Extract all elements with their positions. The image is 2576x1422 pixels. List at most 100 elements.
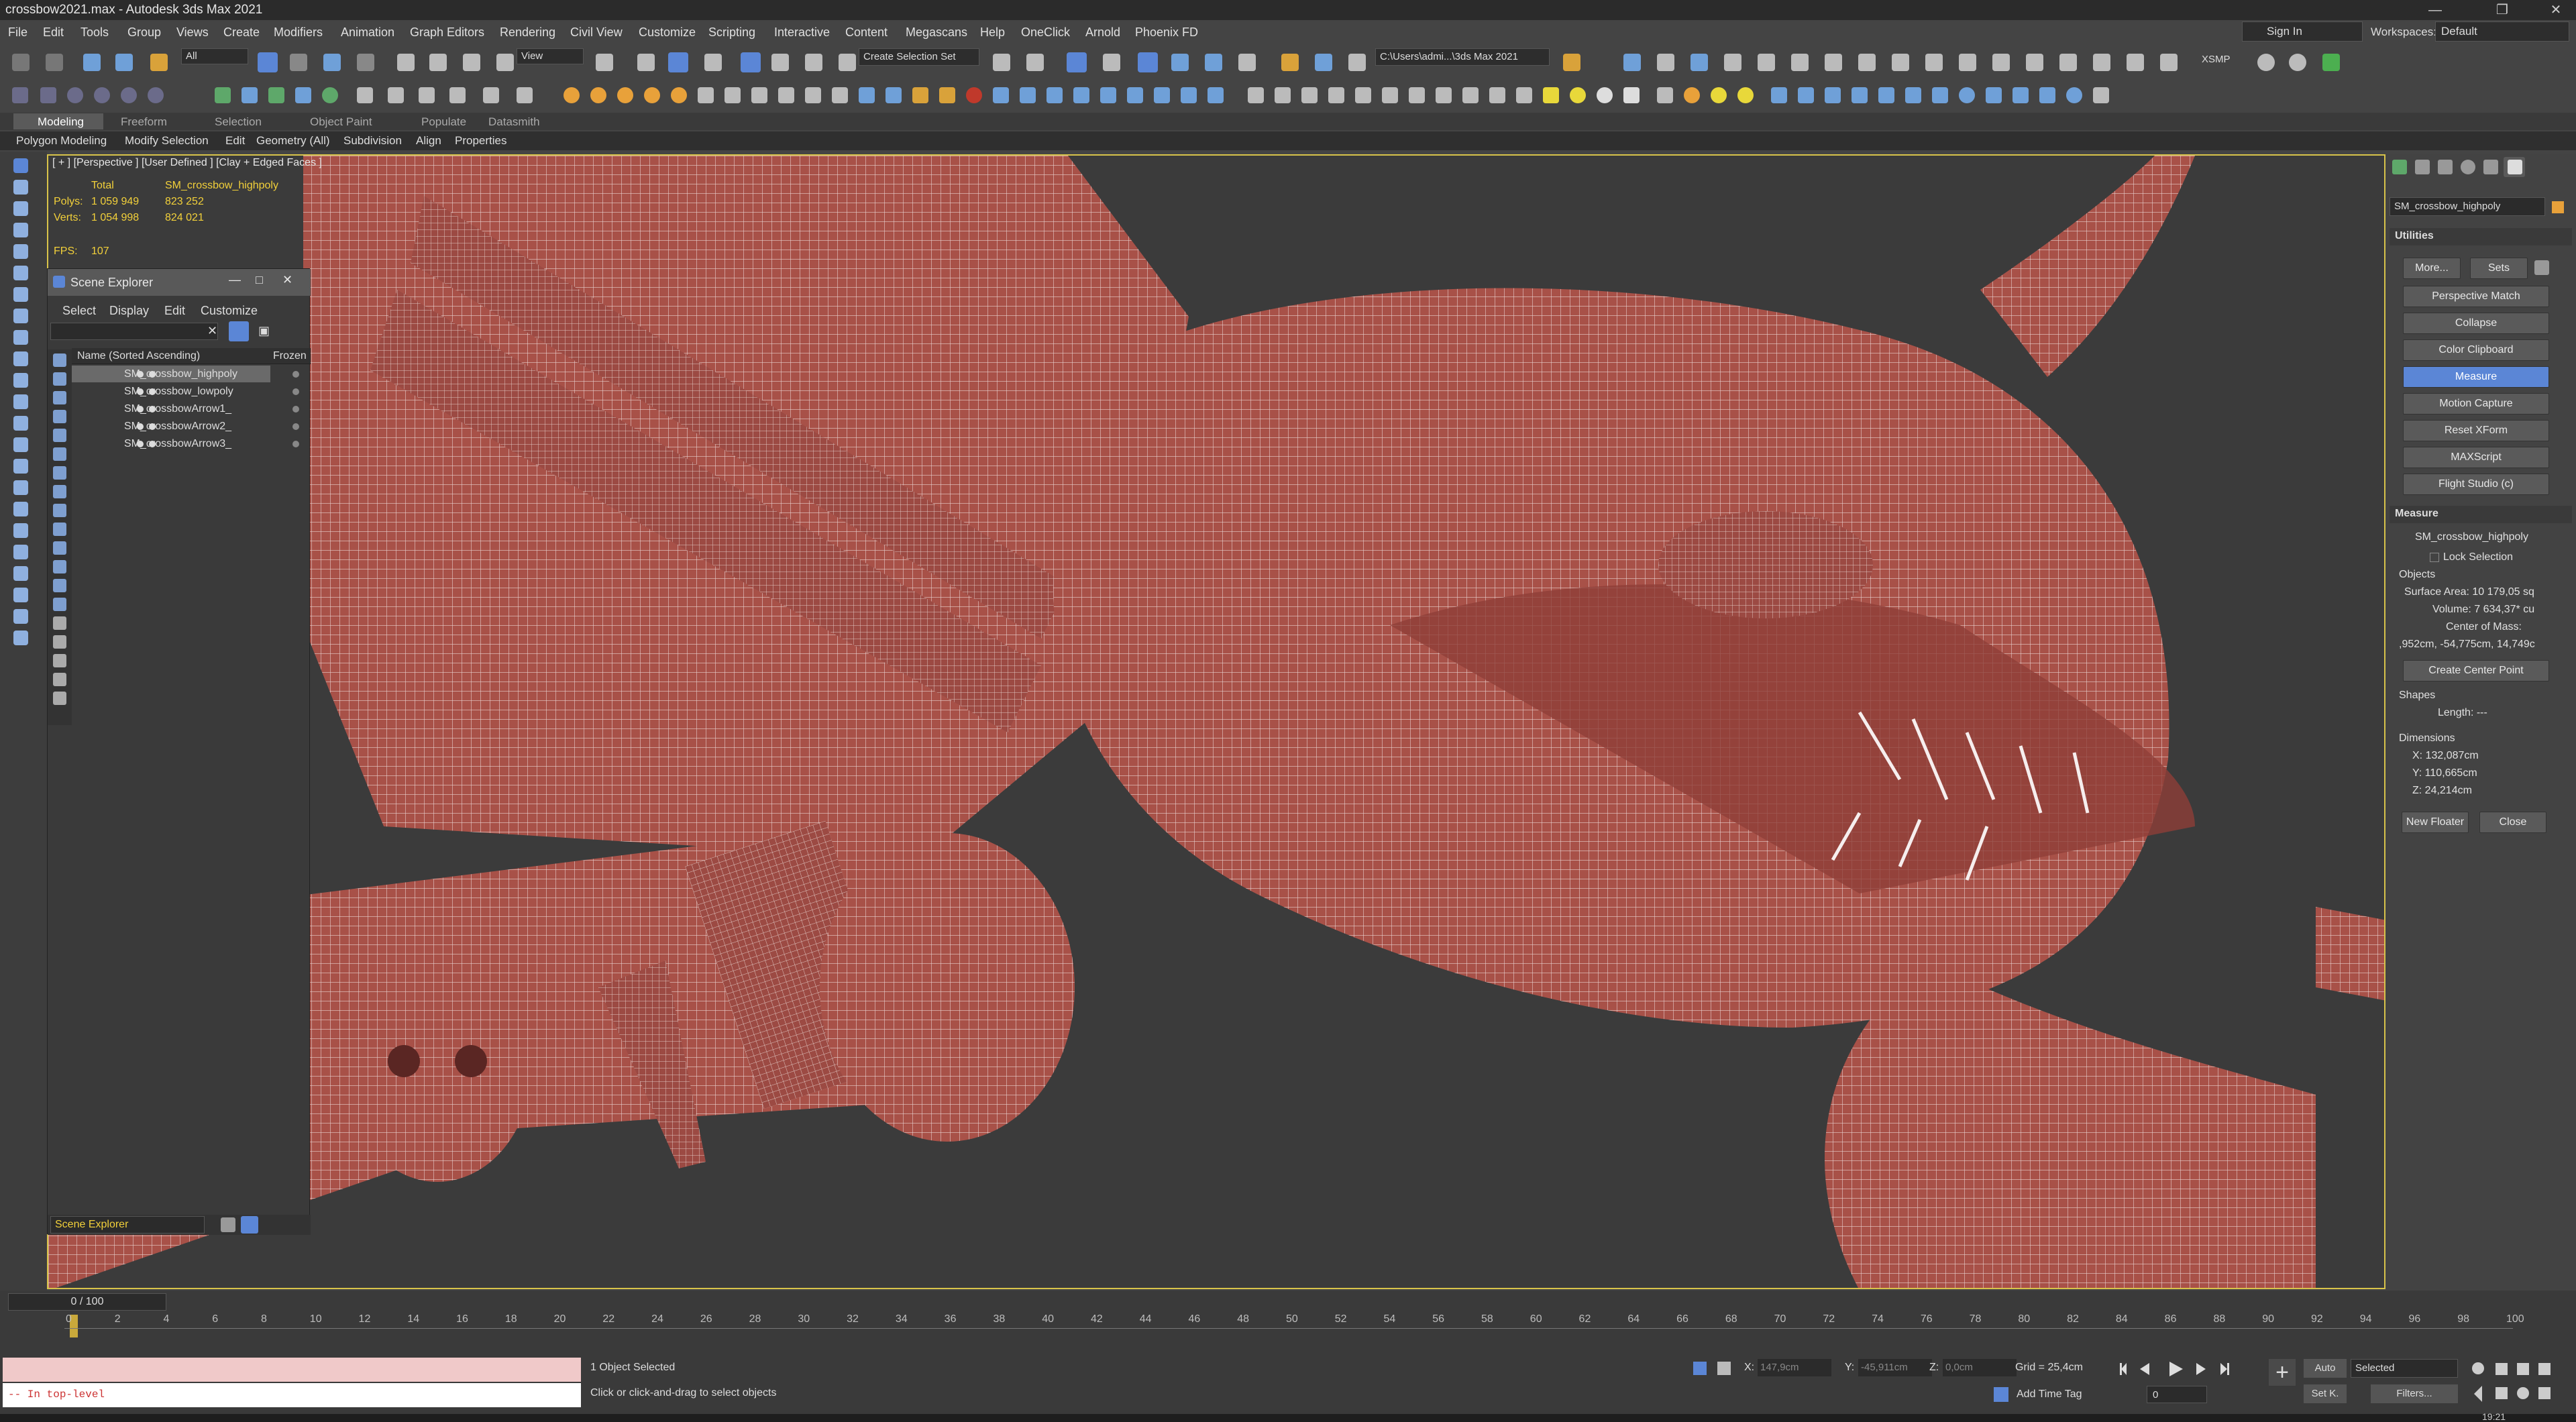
se-row-icons[interactable] <box>74 366 311 453</box>
x-coord-field[interactable]: 147,9cm <box>1758 1359 1831 1376</box>
current-frame-field[interactable]: 0 <box>2147 1386 2207 1403</box>
se-menu-edit[interactable]: Edit <box>164 304 185 318</box>
reference-coord-dropdown[interactable]: View <box>517 48 584 64</box>
reset-xform-button[interactable]: Reset XForm <box>2403 420 2549 441</box>
measure-rollout-header[interactable]: Measure <box>2390 506 2572 523</box>
tab-freeform[interactable]: Freeform <box>121 115 167 129</box>
menu-scripting[interactable]: Scripting <box>708 25 755 40</box>
motion-capture-button[interactable]: Motion Capture <box>2403 393 2549 415</box>
object-name-field[interactable]: SM_crossbow_highpoly <box>2390 197 2545 216</box>
panel-polygon-modeling[interactable]: Polygon Modeling <box>16 134 107 148</box>
lock-selection-checkbox[interactable] <box>2430 553 2439 562</box>
viewport-nav-controls[interactable] <box>2469 1359 2569 1406</box>
auto-key-button[interactable]: Auto <box>2304 1359 2347 1378</box>
time-tag-icon[interactable] <box>1994 1387 2008 1402</box>
create-center-point-button[interactable]: Create Center Point <box>2403 660 2549 681</box>
set-key-button[interactable]: Set K. <box>2304 1384 2347 1403</box>
toolstrip-icons[interactable] <box>0 152 47 1292</box>
panel-geometry-all[interactable]: Geometry (All) <box>256 134 330 148</box>
menu-interactive[interactable]: Interactive <box>774 25 830 40</box>
isolate-icon[interactable] <box>1693 1362 1707 1375</box>
panel-modify-selection[interactable]: Modify Selection <box>125 134 209 148</box>
project-path-dropdown[interactable]: C:\Users\admi...\3ds Max 2021 <box>1375 48 1550 66</box>
sets-button[interactable]: Sets <box>2470 258 2528 279</box>
named-selection-dropdown[interactable]: Create Selection Set <box>859 48 979 66</box>
scene-explorer-titlebar[interactable]: Scene Explorer — □ ✕ <box>48 269 311 296</box>
measure-button[interactable]: Measure <box>2403 366 2549 388</box>
se-filter-icons[interactable] <box>48 349 72 725</box>
menu-group[interactable]: Group <box>127 25 161 40</box>
se-col-name[interactable]: Name (Sorted Ascending) <box>77 350 200 362</box>
clear-search-icon[interactable]: ✕ <box>207 324 217 338</box>
menu-create[interactable]: Create <box>223 25 260 40</box>
add-time-tag[interactable]: Add Time Tag <box>2017 1388 2082 1401</box>
close-icon[interactable]: ✕ <box>2536 0 2576 20</box>
more-button[interactable]: More... <box>2403 258 2461 279</box>
maxscript-listener-top[interactable] <box>3 1358 581 1382</box>
se-menu-display[interactable]: Display <box>109 304 149 318</box>
configure-sets-icon[interactable] <box>2534 260 2549 275</box>
perspective-match-button[interactable]: Perspective Match <box>2403 286 2549 307</box>
se-search-input[interactable] <box>50 323 218 340</box>
restore-icon[interactable]: ❐ <box>2482 0 2522 20</box>
menu-animation[interactable]: Animation <box>341 25 394 40</box>
close-icon[interactable]: ✕ <box>282 273 292 287</box>
menu-civil-view[interactable]: Civil View <box>570 25 623 40</box>
menu-phoenix-fd[interactable]: Phoenix FD <box>1135 25 1198 40</box>
scene-explorer-window[interactable]: Scene Explorer — □ ✕ Select Display Edit… <box>47 268 311 1235</box>
maxscript-listener-input[interactable]: -- In top-level <box>3 1383 581 1407</box>
maximize-icon[interactable]: □ <box>256 273 263 287</box>
time-slider[interactable]: 0 / 100 <box>8 1293 166 1311</box>
set-key-icon[interactable]: + <box>2269 1359 2296 1386</box>
menu-content[interactable]: Content <box>845 25 888 40</box>
collapse-button[interactable]: Collapse <box>2403 313 2549 334</box>
panel-properties[interactable]: Properties <box>455 134 506 148</box>
viewport-label[interactable]: [ + ] [Perspective ] [User Defined ] [Cl… <box>52 157 322 169</box>
lock-icon[interactable]: ▣ <box>258 324 270 338</box>
se-menu-select[interactable]: Select <box>62 304 96 318</box>
menu-oneclick[interactable]: OneClick <box>1021 25 1070 40</box>
minimize-icon[interactable]: — <box>2415 0 2455 20</box>
close-measure-button[interactable]: Close <box>2479 812 2546 833</box>
perspective-viewport[interactable]: [ + ] [Perspective ] [User Defined ] [Cl… <box>47 154 2385 1289</box>
sign-in-dropdown[interactable]: Sign In <box>2242 21 2363 42</box>
object-color-swatch[interactable] <box>2552 201 2564 213</box>
layers-icon[interactable] <box>221 1217 235 1232</box>
command-panel-tabs[interactable] <box>2385 154 2576 181</box>
tab-object-paint[interactable]: Object Paint <box>310 115 372 129</box>
menu-modifiers[interactable]: Modifiers <box>274 25 323 40</box>
key-filter-dropdown[interactable]: Selected <box>2351 1359 2458 1378</box>
selection-filter-dropdown[interactable]: All <box>181 48 248 64</box>
selection-lock-icon[interactable] <box>1717 1362 1731 1375</box>
se-col-frozen[interactable]: Frozen <box>273 350 307 362</box>
hierarchy-icon[interactable] <box>241 1216 258 1234</box>
menu-edit[interactable]: Edit <box>43 25 64 40</box>
tab-modeling[interactable]: Modeling <box>38 115 84 129</box>
maxscript-button[interactable]: MAXScript <box>2403 447 2549 468</box>
panel-subdivision[interactable]: Subdivision <box>343 134 402 148</box>
utilities-rollout-header[interactable]: Utilities <box>2390 228 2572 245</box>
toolbar-icons[interactable] <box>0 46 2576 113</box>
menu-megascans[interactable]: Megascans <box>906 25 967 40</box>
y-coord-field[interactable]: -45,911cm <box>1858 1359 1932 1376</box>
menu-help[interactable]: Help <box>980 25 1005 40</box>
filter-icon[interactable] <box>229 321 249 341</box>
workspaces-dropdown[interactable]: Default <box>2435 21 2569 42</box>
menu-file[interactable]: File <box>8 25 28 40</box>
menu-arnold[interactable]: Arnold <box>1085 25 1120 40</box>
panel-align[interactable]: Align <box>416 134 441 148</box>
tab-datasmith[interactable]: Datasmith <box>488 115 540 129</box>
playback-controls[interactable] <box>2120 1359 2241 1379</box>
new-floater-button[interactable]: New Floater <box>2402 812 2469 833</box>
minimize-icon[interactable]: — <box>229 273 241 287</box>
se-menu-customize[interactable]: Customize <box>201 304 258 318</box>
z-coord-field[interactable]: 0,0cm <box>1943 1359 2017 1376</box>
flight-studio-button[interactable]: Flight Studio (c) <box>2403 474 2549 495</box>
key-filters-button[interactable]: Filters... <box>2371 1384 2458 1403</box>
tab-populate[interactable]: Populate <box>421 115 466 129</box>
panel-edit[interactable]: Edit <box>225 134 245 148</box>
menu-customize[interactable]: Customize <box>639 25 696 40</box>
menu-tools[interactable]: Tools <box>80 25 109 40</box>
tab-selection[interactable]: Selection <box>215 115 262 129</box>
color-clipboard-button[interactable]: Color Clipboard <box>2403 339 2549 361</box>
